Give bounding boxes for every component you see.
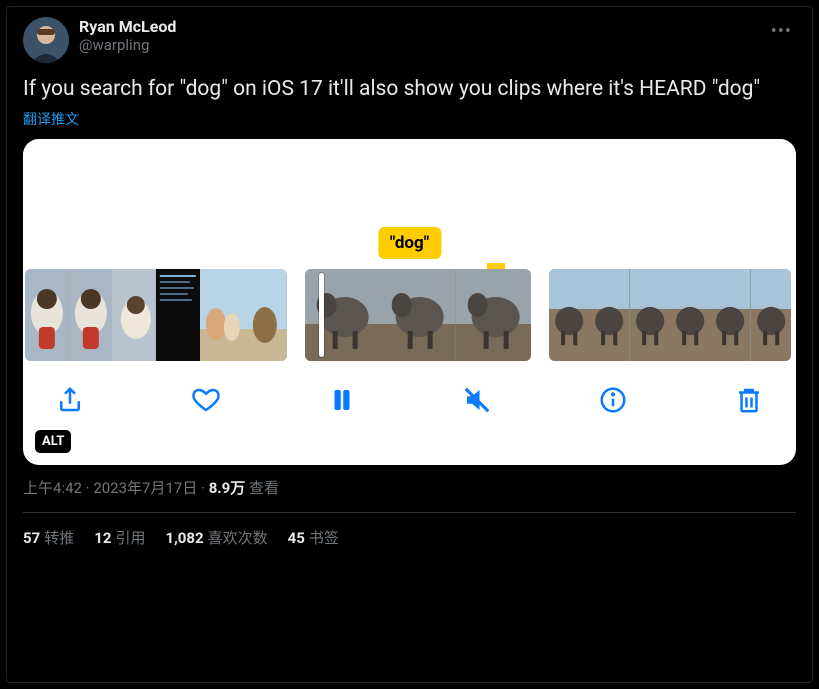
frame-thumb [156, 269, 200, 361]
quotes-stat[interactable]: 12引用 [94, 527, 145, 548]
tweet-date[interactable]: 2023年7月17日 [93, 479, 197, 497]
mute-icon[interactable] [462, 385, 492, 415]
frame-thumb [380, 269, 455, 361]
media-top-area: "dog" [23, 139, 796, 269]
frame-thumb [710, 269, 750, 361]
video-filmstrip[interactable] [23, 269, 796, 361]
frame-thumb [243, 269, 287, 361]
keyword-badge: "dog" [378, 227, 441, 259]
retweets-stat[interactable]: 57转推 [23, 527, 74, 548]
frame-thumb [751, 269, 791, 361]
user-handle: @warpling [79, 36, 757, 54]
tweet-text: If you search for "dog" on iOS 17 it'll … [23, 75, 796, 103]
share-icon[interactable] [55, 385, 85, 415]
translate-link[interactable]: 翻译推文 [23, 109, 79, 129]
views-count: 8.9万 [209, 479, 246, 497]
display-name: Ryan McLeod [79, 17, 757, 36]
frame-thumb [670, 269, 710, 361]
frame-thumb [549, 269, 589, 361]
tweet-stats: 57转推 12引用 1,082喜欢次数 45书签 [23, 527, 796, 548]
frame-thumb [589, 269, 629, 361]
divider [23, 512, 796, 513]
tweet-card: Ryan McLeod @warpling ••• If you search … [6, 6, 813, 683]
tweet-header: Ryan McLeod @warpling ••• [23, 17, 796, 63]
tweet-meta: 上午4:42 · 2023年7月17日 · 8.9万 查看 [23, 477, 796, 498]
frame-thumb [25, 269, 69, 361]
heart-icon[interactable] [191, 385, 221, 415]
clip-group-2[interactable] [305, 269, 531, 361]
clip-group-1[interactable] [25, 269, 287, 361]
frame-thumb [200, 269, 244, 361]
pause-icon[interactable] [327, 385, 357, 415]
clip-group-3[interactable] [549, 269, 791, 361]
frame-thumb [305, 269, 380, 361]
avatar[interactable] [23, 17, 69, 63]
frame-thumb [456, 269, 531, 361]
info-icon[interactable] [598, 385, 628, 415]
media-controls [23, 361, 796, 435]
frame-thumb [630, 269, 670, 361]
views-label: 查看 [245, 479, 279, 497]
media-attachment[interactable]: "dog" [23, 139, 796, 465]
trash-icon[interactable] [734, 385, 764, 415]
tweet-time[interactable]: 上午4:42 [23, 479, 82, 497]
alt-badge[interactable]: ALT [35, 430, 71, 453]
likes-stat[interactable]: 1,082喜欢次数 [165, 527, 267, 548]
more-icon[interactable]: ••• [767, 17, 796, 46]
bookmarks-stat[interactable]: 45书签 [288, 527, 339, 548]
author-block[interactable]: Ryan McLeod @warpling [79, 17, 757, 54]
frame-thumb [112, 269, 156, 361]
playhead[interactable] [319, 273, 324, 357]
frame-thumb [69, 269, 113, 361]
